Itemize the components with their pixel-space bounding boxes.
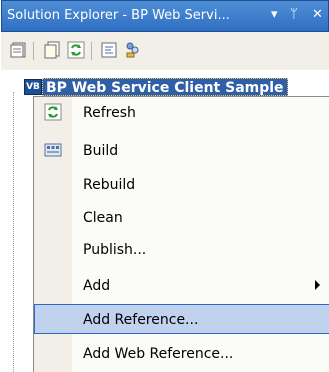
title-bar: Solution Explorer - BP Web Servi... ▾ ᛘ … — [1, 0, 329, 32]
refresh-icon — [44, 103, 62, 121]
menu-item-refresh[interactable]: Refresh — [34, 97, 329, 127]
menu-item-add-reference[interactable]: Add Reference... — [34, 304, 329, 334]
solution-explorer-window: Solution Explorer - BP Web Servi... ▾ ᛘ … — [1, 0, 329, 372]
menu-item-publish[interactable]: Publish... — [34, 234, 329, 264]
toolbar-separator — [33, 42, 34, 60]
close-icon[interactable]: ✕ — [312, 8, 323, 22]
toolbar-separator — [91, 42, 92, 60]
menu-item-label: Rebuild — [83, 177, 136, 193]
vb-project-icon: VB — [24, 79, 42, 95]
context-menu: Refresh Build Rebuild Clean Publish... A… — [33, 96, 329, 372]
build-icon — [44, 143, 62, 157]
window-title: Solution Explorer - BP Web Servi... — [7, 8, 230, 23]
refresh-icon[interactable] — [67, 41, 85, 59]
view-code-icon[interactable] — [100, 41, 118, 59]
view-designer-icon[interactable] — [124, 41, 142, 59]
toolbar — [1, 32, 329, 71]
menu-item-rebuild[interactable]: Rebuild — [34, 169, 329, 199]
show-all-files-icon[interactable] — [43, 41, 61, 59]
menu-item-label: Add Reference... — [83, 312, 199, 328]
submenu-arrow-icon — [315, 280, 320, 290]
menu-item-clean[interactable]: Clean — [34, 202, 329, 232]
menu-item-build[interactable]: Build — [34, 135, 329, 165]
menu-item-label: Build — [83, 143, 119, 159]
dropdown-icon[interactable]: ▾ — [271, 8, 278, 22]
pin-icon[interactable]: ᛘ — [290, 8, 298, 22]
menu-item-add[interactable]: Add — [34, 270, 329, 300]
menu-item-label: Clean — [83, 210, 123, 226]
tree-connector-line — [13, 92, 14, 372]
menu-item-label: Refresh — [83, 105, 136, 121]
menu-item-label: Publish... — [83, 242, 147, 258]
menu-item-label: Add — [83, 278, 111, 294]
menu-item-label: Add Web Reference... — [83, 346, 234, 362]
properties-icon[interactable] — [10, 41, 28, 59]
menu-item-add-web-reference[interactable]: Add Web Reference... — [34, 338, 329, 368]
tree-node-project[interactable]: BP Web Service Client Sample — [42, 78, 288, 96]
